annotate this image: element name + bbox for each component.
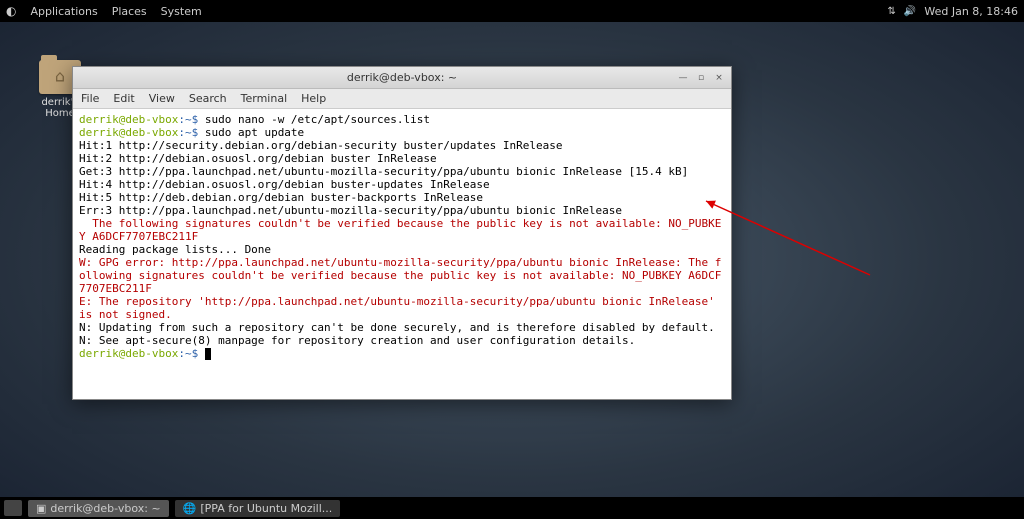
taskbar-item-terminal[interactable]: ▣ derrik@deb-vbox: ~ [28,500,169,517]
menu-file[interactable]: File [81,92,99,105]
terminal-menubar: File Edit View Search Terminal Help [73,89,731,109]
clock[interactable]: Wed Jan 8, 18:46 [924,5,1018,18]
menu-view[interactable]: View [149,92,175,105]
minimize-button[interactable]: — [675,71,691,85]
window-title: derrik@deb-vbox: ~ [347,71,457,84]
menu-edit[interactable]: Edit [113,92,134,105]
output-line: N: See apt-secure(8) manpage for reposit… [79,334,635,347]
menu-system[interactable]: System [161,5,202,18]
output-line: Hit:4 http://debian.osuosl.org/debian bu… [79,178,490,191]
prompt-user: derrik@deb-vbox [79,347,178,360]
window-titlebar[interactable]: derrik@deb-vbox: ~ — ▫ × [73,67,731,89]
output-line: Hit:1 http://security.debian.org/debian-… [79,139,562,152]
close-button[interactable]: × [711,71,727,85]
taskbar-item-browser[interactable]: 🌐 [PPA for Ubuntu Mozill... [175,500,341,517]
bottom-panel: ▣ derrik@deb-vbox: ~ 🌐 [PPA for Ubuntu M… [0,497,1024,519]
terminal-window: derrik@deb-vbox: ~ — ▫ × File Edit View … [72,66,732,400]
output-warning-line: W: GPG error: http://ppa.launchpad.net/u… [79,256,721,295]
menu-search[interactable]: Search [189,92,227,105]
menu-places[interactable]: Places [112,5,147,18]
output-line: Err:3 http://ppa.launchpad.net/ubuntu-mo… [79,204,622,217]
tray-network-icon[interactable]: ⇅ [888,6,896,17]
show-desktop-button[interactable] [4,500,22,516]
top-panel: ◐ Applications Places System ⇅ 🔊 Wed Jan… [0,0,1024,22]
menu-help[interactable]: Help [301,92,326,105]
output-line: Get:3 http://ppa.launchpad.net/ubuntu-mo… [79,165,688,178]
output-error-line: E: The repository 'http://ppa.launchpad.… [79,295,721,321]
command-1: sudo nano -w /etc/apt/sources.list [198,113,430,126]
terminal-icon: ▣ [36,502,46,515]
terminal-output[interactable]: derrik@deb-vbox:~$ sudo nano -w /etc/apt… [73,109,731,399]
command-2: sudo apt update [198,126,304,139]
output-error-line: The following signatures couldn't be ver… [79,217,721,243]
prompt-user: derrik@deb-vbox [79,113,178,126]
output-line: Hit:2 http://debian.osuosl.org/debian bu… [79,152,437,165]
prompt-user: derrik@deb-vbox [79,126,178,139]
output-line: Reading package lists... Done [79,243,271,256]
maximize-button[interactable]: ▫ [693,71,709,85]
globe-icon: 🌐 [183,502,197,515]
output-line: Hit:5 http://deb.debian.org/debian buste… [79,191,483,204]
menu-terminal[interactable]: Terminal [241,92,288,105]
tray-volume-icon[interactable]: 🔊 [904,6,916,17]
prompt-path: :~$ [178,347,198,360]
task-label: derrik@deb-vbox: ~ [50,502,160,515]
gnome-logo-icon: ◐ [6,4,16,18]
menu-applications[interactable]: Applications [30,5,97,18]
prompt-path: :~$ [178,126,198,139]
output-line: N: Updating from such a repository can't… [79,321,715,334]
task-label: [PPA for Ubuntu Mozill... [200,502,332,515]
prompt-path: :~$ [178,113,198,126]
cursor-icon [205,348,211,360]
